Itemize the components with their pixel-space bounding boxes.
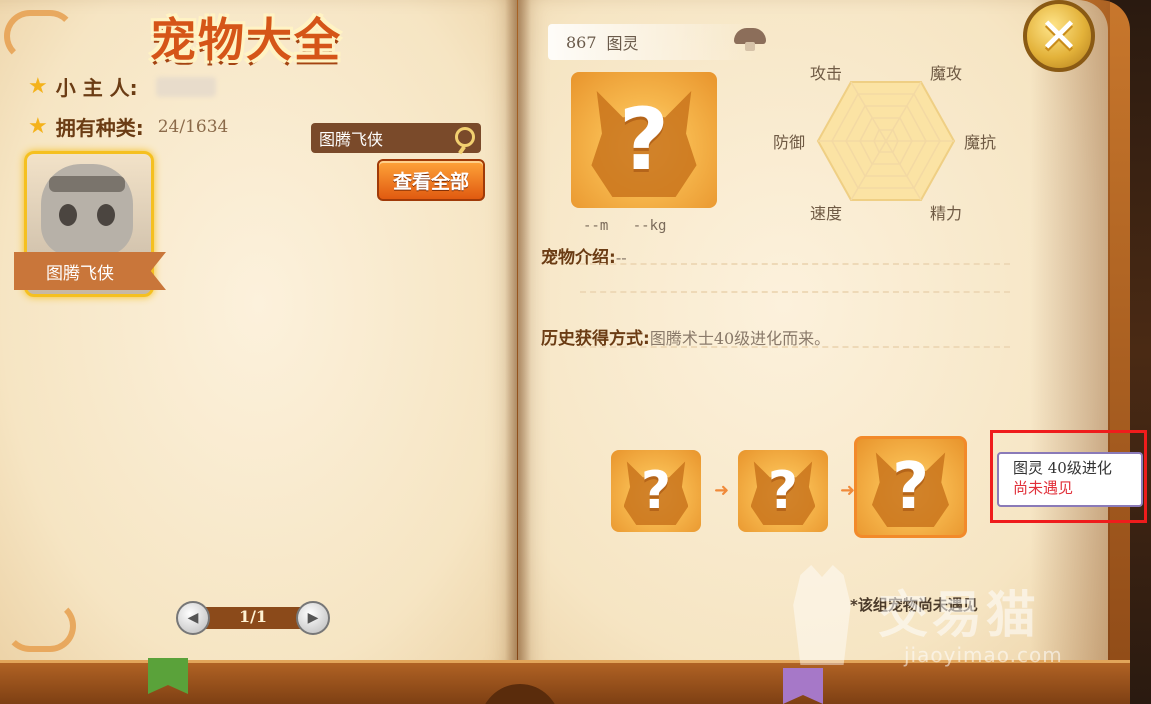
species-label: 拥有种类: — [55, 116, 144, 140]
pet-search-box — [311, 123, 481, 153]
view-all-button[interactable]: 查看全部 — [377, 159, 485, 201]
question-mark-icon: ? — [891, 450, 930, 524]
owner-label: 小 主 人: — [55, 76, 138, 100]
divider-line — [580, 291, 1010, 293]
pagination: ◀ 1/1 ▶ — [176, 601, 330, 635]
stats-radar-chart — [816, 81, 956, 201]
pet-unknown-portrait: ? — [571, 72, 717, 208]
page-title: 宠物大全 — [150, 13, 342, 67]
pet-weight: --kg — [632, 218, 667, 234]
pet-name: 图灵 — [606, 34, 639, 53]
divider-line — [580, 346, 1010, 348]
question-mark-icon: ? — [640, 461, 672, 521]
prev-page-button[interactable]: ◀ — [176, 601, 210, 635]
evolution-stage-3-selected[interactable]: ? — [854, 436, 967, 538]
question-mark-icon: ? — [767, 461, 799, 521]
close-button[interactable]: ✕ — [1023, 0, 1095, 72]
pet-header: 867 图灵 — [548, 24, 758, 60]
watermark: 交易猫 jiaoyimao.com — [786, 565, 1086, 675]
cat-logo-icon — [793, 565, 851, 665]
pet-number: 867 — [566, 32, 597, 52]
swirl-ornament-icon — [4, 10, 76, 62]
tooltip-line2: 尚未遇见 — [1013, 479, 1074, 497]
pet-portrait — [41, 164, 133, 256]
page-indicator: 1/1 — [238, 607, 268, 626]
species-count: 24/1634 — [157, 116, 229, 137]
left-page — [0, 0, 517, 675]
pet-measurements: --m --kg — [583, 218, 666, 234]
mushroom-icon — [734, 28, 766, 52]
arrow-right-icon: ➜ — [714, 480, 730, 501]
evolution-tooltip: 图灵 40级进化 尚未遇见 — [997, 452, 1143, 507]
radar-label-defense: 防御 — [773, 133, 806, 152]
chevron-left-icon: ◀ — [187, 610, 199, 626]
star-icon: ★ — [28, 114, 48, 139]
pet-height: --m — [583, 218, 609, 234]
book-spine — [505, 0, 531, 704]
close-icon: ✕ — [1038, 8, 1080, 64]
evolution-stage-2[interactable]: ? — [738, 450, 828, 532]
watermark-text: 交易猫 — [878, 586, 1040, 644]
mushroom-stem — [745, 42, 755, 51]
question-mark-icon: ? — [619, 90, 669, 190]
next-page-button[interactable]: ▶ — [296, 601, 330, 635]
pet-name-ribbon: 图腾飞侠 — [14, 252, 166, 290]
arrow-right-icon: ➜ — [840, 480, 856, 501]
radar-label-magic-resist: 魔抗 — [964, 133, 997, 152]
owner-name-redacted — [155, 76, 216, 97]
watermark-url: jiaoyimao.com — [904, 643, 1063, 667]
star-icon: ★ — [28, 74, 48, 99]
search-input[interactable] — [311, 127, 451, 149]
chevron-right-icon: ▶ — [307, 610, 319, 626]
tooltip-line1: 图灵 40级进化 — [1013, 459, 1112, 477]
intro-label: 宠物介绍: — [541, 248, 616, 268]
radar-label-magic-attack: 魔攻 — [930, 64, 963, 83]
search-icon[interactable] — [455, 127, 475, 147]
species-row: ★ 拥有种类: 24/1634 — [28, 112, 228, 141]
radar-label-attack: 攻击 — [810, 64, 843, 83]
radar-label-energy: 精力 — [930, 204, 963, 223]
divider-line — [580, 263, 1010, 265]
evolution-stage-1[interactable]: ? — [611, 450, 701, 532]
swirl-ornament-icon — [4, 600, 76, 652]
pet-encyclopedia-screen: 宠物大全 ★ 小 主 人: ★ 拥有种类: 24/1634 查看全部 图腾飞侠 … — [0, 0, 1151, 704]
radar-label-speed: 速度 — [810, 204, 843, 223]
owner-row: ★ 小 主 人: — [28, 72, 216, 101]
